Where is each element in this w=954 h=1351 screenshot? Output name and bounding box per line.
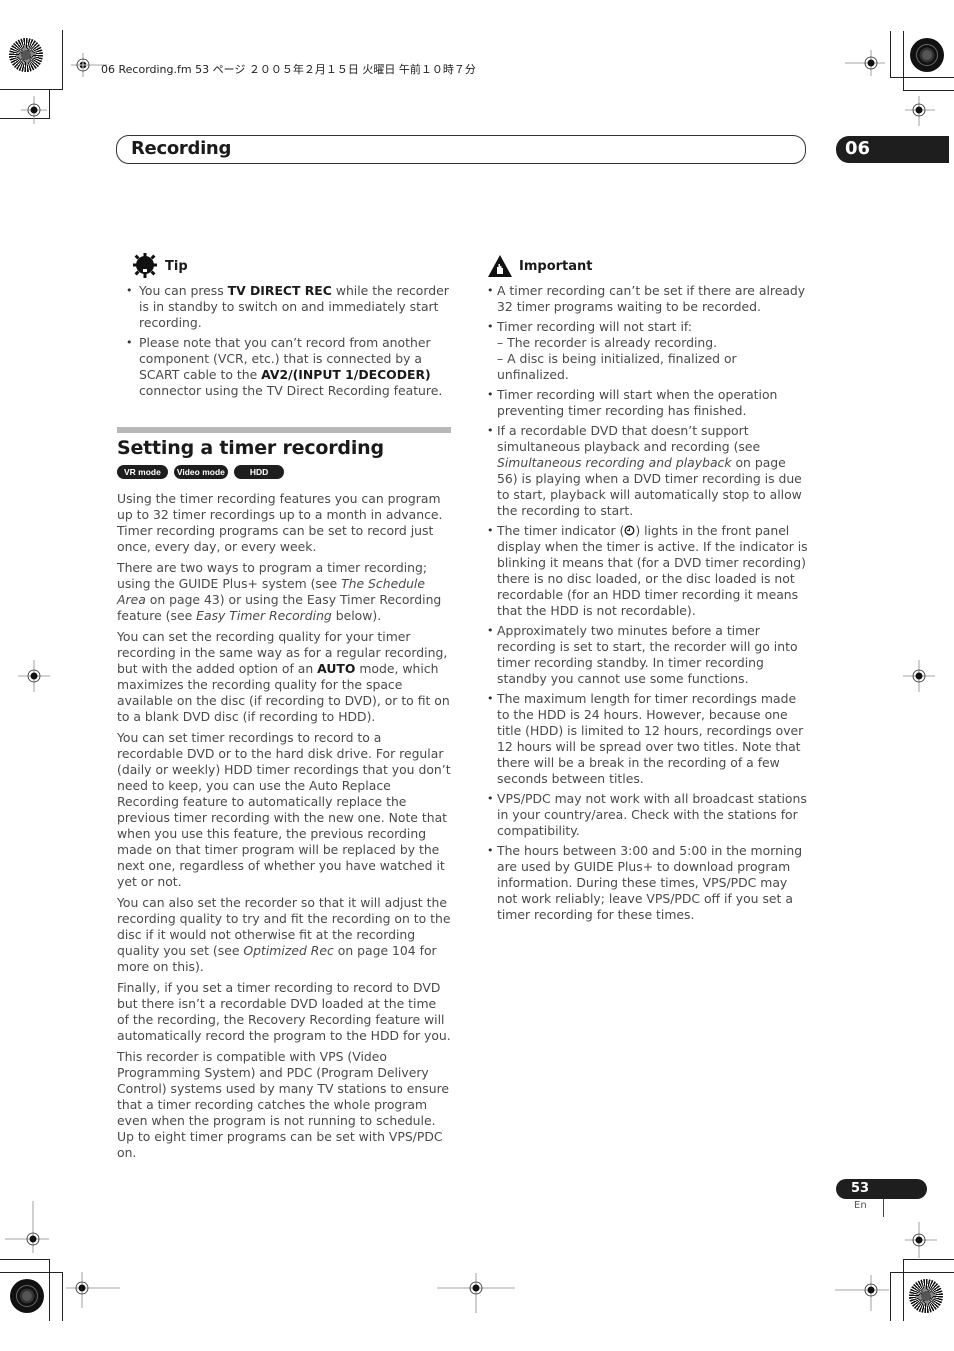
right-column: Important A timer recording can’t be set…	[487, 252, 809, 927]
lightbulb-gear-icon	[133, 253, 157, 278]
crosshair-target-icon	[5, 1201, 49, 1253]
body-paragraph: This recorder is compatible with VPS (Vi…	[117, 1049, 450, 1160]
important-item: A timer recording can’t be set if there …	[487, 283, 809, 315]
body-paragraph: You can set the recording quality for yo…	[117, 629, 450, 724]
important-item: Timer recording will not start if:– The …	[487, 319, 809, 383]
crosshair-target-icon	[835, 1275, 889, 1311]
chapter-number: 06	[845, 138, 871, 159]
body-paragraph: You can also set the recorder so that it…	[117, 895, 451, 974]
crosshair-target-icon	[903, 660, 935, 692]
crosshair-target-icon	[66, 1272, 120, 1308]
tip-heading: Tip	[117, 252, 451, 280]
important-item: If a recordable DVD that doesn’t support…	[487, 423, 809, 519]
body-paragraph: Using the timer recording features you c…	[117, 491, 443, 554]
important-item: Approximately two minutes before a timer…	[487, 623, 809, 687]
important-label: Important	[519, 258, 593, 274]
timer-indicator-icon	[624, 525, 635, 536]
important-list: A timer recording can’t be set if there …	[487, 283, 809, 923]
page-number: 53	[851, 1181, 870, 1196]
crosshair-target-icon	[845, 50, 885, 76]
important-item: The hours between 3:00 and 5:00 in the m…	[487, 843, 809, 923]
important-item: Timer recording will start when the oper…	[487, 387, 809, 419]
crosshair-target-icon	[18, 660, 50, 692]
badge-vr-mode: VR mode	[117, 465, 168, 479]
section-divider	[117, 427, 451, 433]
chapter-number-tab: 06	[836, 136, 949, 163]
registration-rosette-icon	[910, 38, 944, 72]
body-paragraph: You can set timer recordings to record t…	[117, 730, 451, 889]
file-info-slug: 06 Recording.fm 53 ページ ２００５年２月１５日 火曜日 午前…	[101, 63, 476, 76]
tip-label: Tip	[165, 258, 188, 274]
tip-item: You can press TV DIRECT REC while the re…	[117, 283, 451, 331]
important-heading: Important	[487, 252, 809, 280]
badge-video-mode: Video mode	[173, 465, 228, 479]
chapter-header-bar: Recording	[116, 135, 806, 164]
crosshair-target-icon	[437, 1273, 515, 1313]
important-item: The timer indicator () lights in the fro…	[487, 523, 809, 619]
important-item: VPS/PDC may not work with all broadcast …	[487, 791, 809, 839]
page-number-tab: 53	[836, 1179, 927, 1199]
registration-rosette-icon	[909, 1279, 943, 1313]
tip-list: You can press TV DIRECT REC while the re…	[117, 283, 451, 399]
body-paragraph: Finally, if you set a timer recording to…	[117, 980, 451, 1043]
left-column: Tip You can press TV DIRECT REC while th…	[117, 252, 451, 1166]
tip-item: Please note that you can’t record from a…	[117, 335, 451, 399]
registration-rosette-icon	[9, 38, 43, 72]
body-paragraph: There are two ways to program a timer re…	[117, 560, 442, 623]
registration-rosette-icon	[10, 1279, 44, 1313]
chapter-title: Recording	[131, 138, 232, 159]
warning-hand-icon	[488, 255, 512, 277]
crosshair-target-icon	[21, 96, 47, 124]
section-title: Setting a timer recording	[117, 437, 384, 459]
crosshair-target-icon	[905, 96, 935, 126]
important-item: The maximum length for timer recordings …	[487, 691, 809, 787]
page-language: En	[854, 1200, 867, 1211]
crosshair-target-icon	[905, 1222, 937, 1258]
badge-hdd: HDD	[233, 465, 285, 479]
mode-badges: VR mode Video mode HDD	[117, 465, 451, 479]
